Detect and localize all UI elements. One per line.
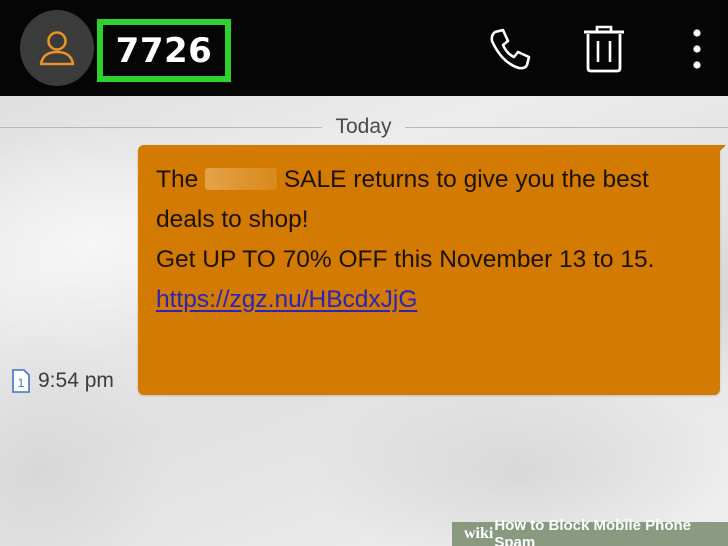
message-meta: 1 9:54 pm — [10, 367, 114, 395]
contact-number[interactable]: 7726 — [116, 31, 213, 71]
message-text: The SALE returns to give you the best de… — [156, 160, 716, 320]
date-divider: Today — [0, 113, 728, 143]
redacted-brand — [205, 168, 278, 190]
message-line-3: Get UP TO 70% OFF this November 13 to 15… — [156, 246, 655, 273]
conversation-header: 7726 — [0, 0, 728, 96]
trash-icon — [584, 25, 624, 73]
message-link[interactable]: https://zgz.nu/HBcdxJjG — [156, 286, 417, 313]
message-time: 9:54 pm — [38, 369, 114, 392]
call-button[interactable] — [485, 24, 535, 74]
contact-avatar-icon — [39, 31, 75, 66]
phone-icon — [490, 28, 531, 70]
contact-number-highlight: 7726 — [97, 19, 231, 82]
contact-avatar[interactable] — [20, 10, 94, 86]
divider-line-right — [405, 127, 728, 128]
sim-slot-number: 1 — [18, 376, 25, 390]
divider-line-left — [0, 127, 322, 128]
date-label: Today — [335, 115, 392, 138]
delete-button[interactable] — [579, 24, 629, 74]
sim-card-icon: 1 — [10, 368, 32, 394]
watermark-text: How to Block Mobile Phone Spam — [494, 517, 692, 546]
more-vert-icon — [693, 29, 701, 69]
watermark: wiki How to Block Mobile Phone Spam — [452, 517, 728, 546]
message-line-1: The SALE returns to give you the best — [156, 166, 649, 193]
more-options-button[interactable] — [672, 24, 722, 74]
screen: 7726 Today The SALE returns to give you … — [0, 0, 728, 546]
watermark-brand: wiki — [464, 525, 494, 542]
message-line-2: deals to shop! — [156, 206, 309, 233]
